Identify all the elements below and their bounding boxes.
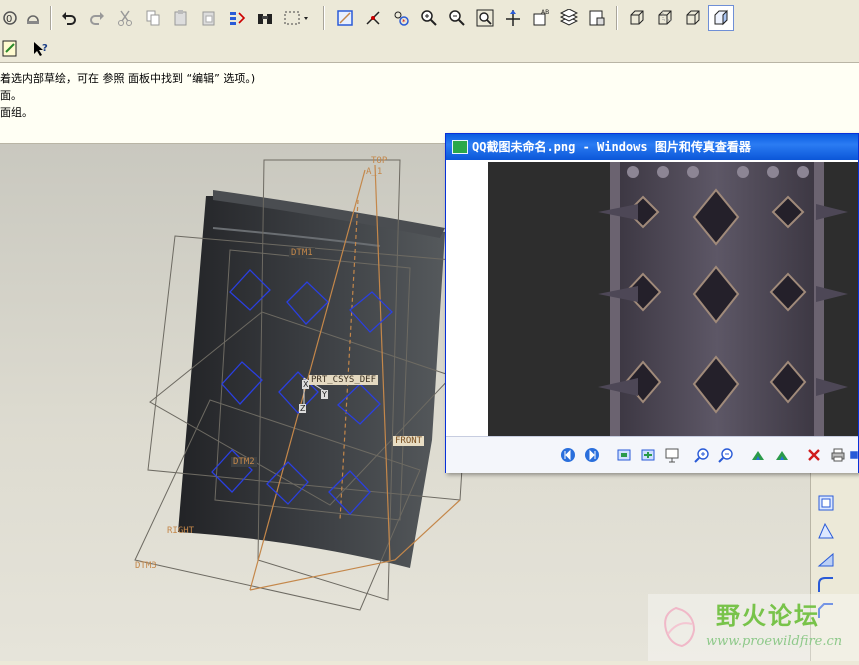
next-image-icon[interactable] xyxy=(583,446,601,464)
no-hidden-icon[interactable] xyxy=(682,7,704,29)
message-line: 面组。 xyxy=(0,106,33,119)
datum-plane-display-icon[interactable] xyxy=(334,7,356,29)
regenerate-icon[interactable]: 0 xyxy=(0,7,22,29)
regenerate-manager-icon[interactable] xyxy=(226,7,248,29)
hidden-line-icon[interactable] xyxy=(654,7,676,29)
csys-axis-x: X xyxy=(302,380,310,389)
copy-icon[interactable] xyxy=(142,7,164,29)
message-line: 面。 xyxy=(0,89,22,102)
select-box-icon[interactable] xyxy=(282,7,312,29)
svg-text:?: ? xyxy=(42,43,48,54)
sketch-tool-icon[interactable] xyxy=(0,38,22,60)
zoom-in-icon[interactable] xyxy=(693,446,711,464)
axis-label-a1[interactable]: A_1 xyxy=(366,167,382,177)
find-icon[interactable] xyxy=(254,7,276,29)
actual-size-icon[interactable] xyxy=(639,446,657,464)
image-preview xyxy=(488,162,858,436)
paste-icon[interactable] xyxy=(170,7,192,29)
secondary-toolbar: ? xyxy=(0,36,859,63)
layers-icon[interactable] xyxy=(558,7,580,29)
csys-label[interactable]: PRT_CSYS_DEF xyxy=(309,375,379,385)
datum-label-top[interactable]: TOP xyxy=(371,156,387,166)
message-line: 着选内部草绘，可在 参照 面板中找到 “编辑” 选项。) xyxy=(0,72,256,85)
viewer-control-bar xyxy=(446,436,858,473)
datum-label-dtm1[interactable]: DTM1 xyxy=(289,248,315,258)
paste-special-icon[interactable] xyxy=(198,7,220,29)
refit-icon[interactable] xyxy=(474,7,496,29)
context-help-icon[interactable]: ? xyxy=(30,38,52,60)
svg-text:*: * xyxy=(402,18,406,26)
print-icon[interactable] xyxy=(829,446,847,464)
slideshow-icon[interactable] xyxy=(663,446,681,464)
save-icon[interactable] xyxy=(22,7,44,29)
best-fit-icon[interactable] xyxy=(615,446,633,464)
csys-axis-y: Y xyxy=(321,390,328,399)
forum-watermark: 野火论坛 www.proewildfire.cn xyxy=(648,594,859,661)
wireframe-icon[interactable] xyxy=(626,7,648,29)
reorient-icon[interactable] xyxy=(502,7,524,29)
undo-icon[interactable] xyxy=(58,7,80,29)
image-file-icon xyxy=(452,140,468,154)
datum-point-display-icon[interactable]: * xyxy=(390,7,412,29)
round-icon[interactable] xyxy=(815,574,837,596)
previous-image-icon[interactable] xyxy=(559,446,577,464)
saved-views-icon[interactable]: AB xyxy=(530,7,552,29)
watermark-name: 野火论坛 xyxy=(716,602,820,630)
svg-text:0: 0 xyxy=(6,14,12,25)
save-icon[interactable] xyxy=(849,446,859,464)
datum-label-front[interactable]: FRONT xyxy=(393,436,425,446)
svg-text:AB: AB xyxy=(541,9,549,16)
viewer-title: QQ截图未命名.png - Windows 图片和传真查看器 xyxy=(472,140,751,154)
message-area: 着选内部草绘，可在 参照 面板中找到 “编辑” 选项。) 面。 面组。 xyxy=(0,63,859,144)
datum-label-dtm2[interactable]: DTM2 xyxy=(231,457,257,467)
datum-axis-display-icon[interactable] xyxy=(362,7,384,29)
csys-axis-z: Z xyxy=(299,404,307,413)
draft-icon[interactable] xyxy=(815,520,837,542)
redo-icon[interactable] xyxy=(86,7,108,29)
zoom-out-icon[interactable] xyxy=(446,7,468,29)
watermark-url: www.proewildfire.cn xyxy=(706,634,843,649)
shading-icon[interactable] xyxy=(708,5,734,31)
image-viewer-window[interactable]: QQ截图未命名.png - Windows 图片和传真查看器 xyxy=(445,133,859,473)
rib-icon[interactable] xyxy=(815,548,837,570)
datum-label-right[interactable]: RIGHT xyxy=(167,526,194,536)
rotate-clockwise-icon[interactable] xyxy=(749,446,767,464)
viewer-titlebar[interactable]: QQ截图未命名.png - Windows 图片和传真查看器 xyxy=(446,134,858,160)
view-manager-icon[interactable] xyxy=(586,7,608,29)
datum-label-dtm3[interactable]: DTM3 xyxy=(135,561,157,571)
rotate-counterclockwise-icon[interactable] xyxy=(773,446,791,464)
zoom-in-icon[interactable] xyxy=(418,7,440,29)
cut-icon[interactable] xyxy=(114,7,136,29)
main-toolbar: 0 * AB xyxy=(0,0,859,37)
zoom-out-icon[interactable] xyxy=(717,446,735,464)
delete-icon[interactable] xyxy=(805,446,823,464)
shell-icon[interactable] xyxy=(815,492,837,514)
